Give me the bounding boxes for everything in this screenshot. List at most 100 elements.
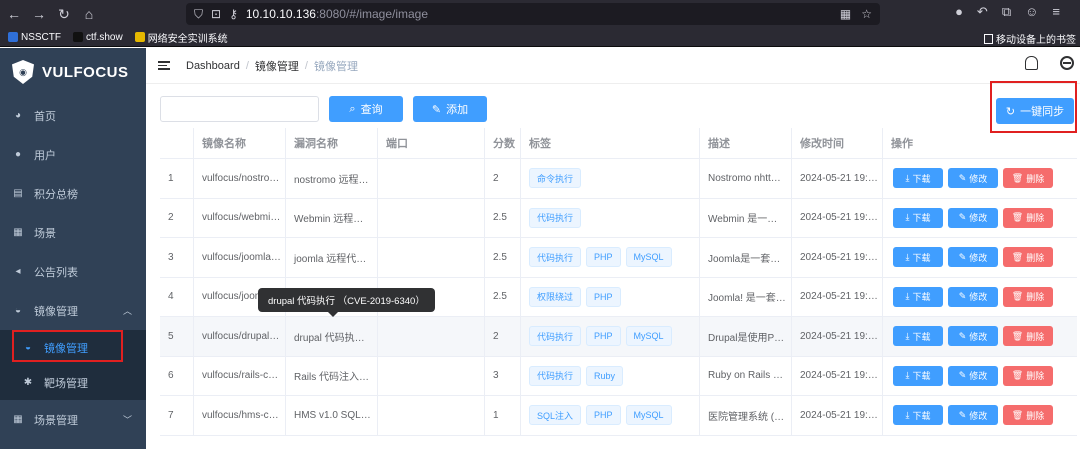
address-bar[interactable]: ⛉ ⊡ ⚷ 10.10.10.136:8080/#/image/image ▦ … <box>186 3 880 25</box>
add-button[interactable]: ✎ 添加 <box>413 96 487 122</box>
breadcrumb-item[interactable]: 镜像管理 <box>255 58 299 74</box>
extension-icon[interactable]: ● <box>955 4 963 20</box>
logo-text: VULFOCUS <box>42 63 129 81</box>
sidebar-item-leaderboard[interactable]: ▤ 积分总榜 <box>0 174 146 213</box>
cell-port <box>378 198 485 237</box>
cell-port <box>378 317 485 356</box>
cell-index: 2 <box>160 198 194 237</box>
bookmark-item[interactable]: 网络安全实训系统 <box>134 30 228 45</box>
delete-button[interactable]: 🗑 删除 <box>1003 405 1053 426</box>
table-row[interactable]: 7 vulfocus/hms-c… HMS v1.0 SQL… 1 SQL注入 PHP My… <box>160 396 1077 436</box>
back-icon[interactable]: ← <box>3 3 25 25</box>
qr-icon[interactable]: ▦ <box>840 7 851 21</box>
delete-button[interactable]: 🗑 删除 <box>1003 365 1053 386</box>
user-menu-icon[interactable] <box>1060 56 1074 70</box>
logo-icon: ◉ <box>12 60 34 84</box>
reload-icon[interactable]: ↻ <box>53 3 75 25</box>
download-button[interactable]: ⤓ 下载 <box>893 405 943 426</box>
hamburger-icon[interactable] <box>158 61 170 70</box>
main-content: Dashboard / 镜像管理 / 镜像管理 ⌕ 查询 ✎ 添加 ↻ 一键同步 镜像… <box>146 48 1080 449</box>
edit-button[interactable]: ✎ 修改 <box>948 247 998 268</box>
trash-icon: 🗑 <box>1011 370 1024 381</box>
undo-icon[interactable]: ↶ <box>977 4 988 20</box>
column-header: 端口 <box>378 128 485 158</box>
query-button[interactable]: ⌕ 查询 <box>329 96 403 122</box>
tag-badge: 命令执行 <box>529 168 582 189</box>
sidebar-item-users[interactable]: ● 用户 <box>0 135 146 174</box>
cell-actions: ⤓ 下载 ✎ 修改 🗑 删除 <box>883 396 1077 435</box>
breadcrumb-separator: / <box>304 59 308 72</box>
trash-icon: 🗑 <box>1011 291 1024 302</box>
bell-icon[interactable] <box>1025 56 1038 70</box>
bookmarks-bar: NSSCTF ctf.show 网络安全实训系统 移动设备上的书签 <box>0 28 1080 47</box>
cell-modified-time: 2024-05-21 19:… <box>792 277 883 316</box>
trash-icon: 🗑 <box>1011 172 1024 183</box>
edit-button[interactable]: ✎ 修改 <box>948 405 998 426</box>
table-header: 镜像名称 漏洞名称 端口 分数 标签 描述 修改时间 操作 <box>160 128 1077 159</box>
button-label: 修改 <box>969 371 988 382</box>
search-input[interactable] <box>160 96 319 122</box>
button-label: 下载 <box>912 213 931 224</box>
breadcrumb-item[interactable]: Dashboard <box>186 60 240 72</box>
delete-button[interactable]: 🗑 删除 <box>1003 326 1053 347</box>
cell-score: 3 <box>485 356 521 395</box>
cell-description: Joomla是一套… <box>700 238 792 277</box>
table-row[interactable]: 3 vulfocus/joomla… joomla 远程代… 2.5 代码执行 PHP My… <box>160 238 1077 278</box>
cell-vuln-name: Webmin 远程… <box>286 198 378 237</box>
tag-badge: Ruby <box>586 365 624 386</box>
delete-button[interactable]: 🗑 删除 <box>1003 168 1053 189</box>
menu-icon[interactable]: ≡ <box>1052 4 1060 20</box>
tag-badge: 代码执行 <box>529 247 582 268</box>
edit-icon: ✎ <box>958 370 967 381</box>
button-label: 修改 <box>969 173 988 184</box>
profile-icon[interactable]: ☺ <box>1025 4 1038 20</box>
sidebar-item-image-management[interactable]: ◒ 镜像管理 ︿ <box>0 291 146 330</box>
edit-button[interactable]: ✎ 修改 <box>948 365 998 386</box>
download-button[interactable]: ⤓ 下载 <box>893 365 943 386</box>
sidebar-item-scene-management[interactable]: ▦ 场景管理 ﹀ <box>0 400 146 439</box>
mobile-bookmarks[interactable]: 移动设备上的书签 <box>984 31 1076 46</box>
sidebar-item-notices[interactable]: ◂ 公告列表 <box>0 252 146 291</box>
home-icon[interactable]: ⌂ <box>78 3 100 25</box>
download-icon: ⤓ <box>905 251 910 262</box>
download-button[interactable]: ⤓ 下载 <box>893 207 943 228</box>
delete-button[interactable]: 🗑 删除 <box>1003 286 1053 307</box>
tag-badge: MySQL <box>625 326 672 347</box>
delete-button[interactable]: 🗑 删除 <box>1003 207 1053 228</box>
logo[interactable]: ◉ VULFOCUS <box>0 48 146 96</box>
bookmark-item[interactable]: ctf.show <box>73 32 123 43</box>
delete-button[interactable]: 🗑 删除 <box>1003 247 1053 268</box>
button-label: 删除 <box>1026 252 1045 263</box>
edit-button[interactable]: ✎ 修改 <box>948 286 998 307</box>
cell-image-name: vulfocus/rails-c… <box>194 356 286 395</box>
download-button[interactable]: ⤓ 下载 <box>893 286 943 307</box>
edit-button[interactable]: ✎ 修改 <box>948 326 998 347</box>
table-row[interactable]: 6 vulfocus/rails-c… Rails 代码注入… 3 代码执行 Ruby Ru… <box>160 356 1077 396</box>
cell-description: Joomla! 是一套… <box>700 277 792 316</box>
cell-tags: 代码执行 <box>521 198 700 237</box>
submenu-item-ranges[interactable]: ✱ 靶场管理 <box>0 365 146 400</box>
table-row[interactable]: 2 vulfocus/webmi… Webmin 远程… 2.5 代码执行 Webmin … <box>160 198 1077 238</box>
extensions-icon[interactable]: ⧉ <box>1002 4 1011 20</box>
cell-actions: ⤓ 下载 ✎ 修改 🗑 删除 <box>883 317 1077 356</box>
breadcrumb: Dashboard / 镜像管理 / 镜像管理 <box>186 58 358 74</box>
table-row[interactable]: 5 vulfocus/drupal… drupal 代码执… 2 代码执行 PHP MySQ… <box>160 317 1077 357</box>
tag-badge: 权限绕过 <box>529 286 582 307</box>
download-button[interactable]: ⤓ 下载 <box>893 168 943 189</box>
grid-icon: ▦ <box>13 227 23 238</box>
table-row[interactable]: 1 vulfocus/nostro… nostromo 远程… 2 命令执行 Nostro… <box>160 159 1077 199</box>
download-button[interactable]: ⤓ 下载 <box>893 247 943 268</box>
star-icon[interactable]: ☆ <box>861 7 872 21</box>
edit-button[interactable]: ✎ 修改 <box>948 207 998 228</box>
forward-icon[interactable]: → <box>28 3 50 25</box>
cell-index: 7 <box>160 396 194 435</box>
sidebar-item-scenes[interactable]: ▦ 场景 <box>0 213 146 252</box>
cell-index: 3 <box>160 238 194 277</box>
edit-button[interactable]: ✎ 修改 <box>948 168 998 189</box>
download-button[interactable]: ⤓ 下载 <box>893 326 943 347</box>
bookmark-item[interactable]: NSSCTF <box>8 32 61 43</box>
button-label: 下载 <box>912 410 931 421</box>
cell-port <box>378 396 485 435</box>
button-label: 删除 <box>1026 331 1045 342</box>
sidebar-item-home[interactable]: ◕ 首页 <box>0 96 146 135</box>
